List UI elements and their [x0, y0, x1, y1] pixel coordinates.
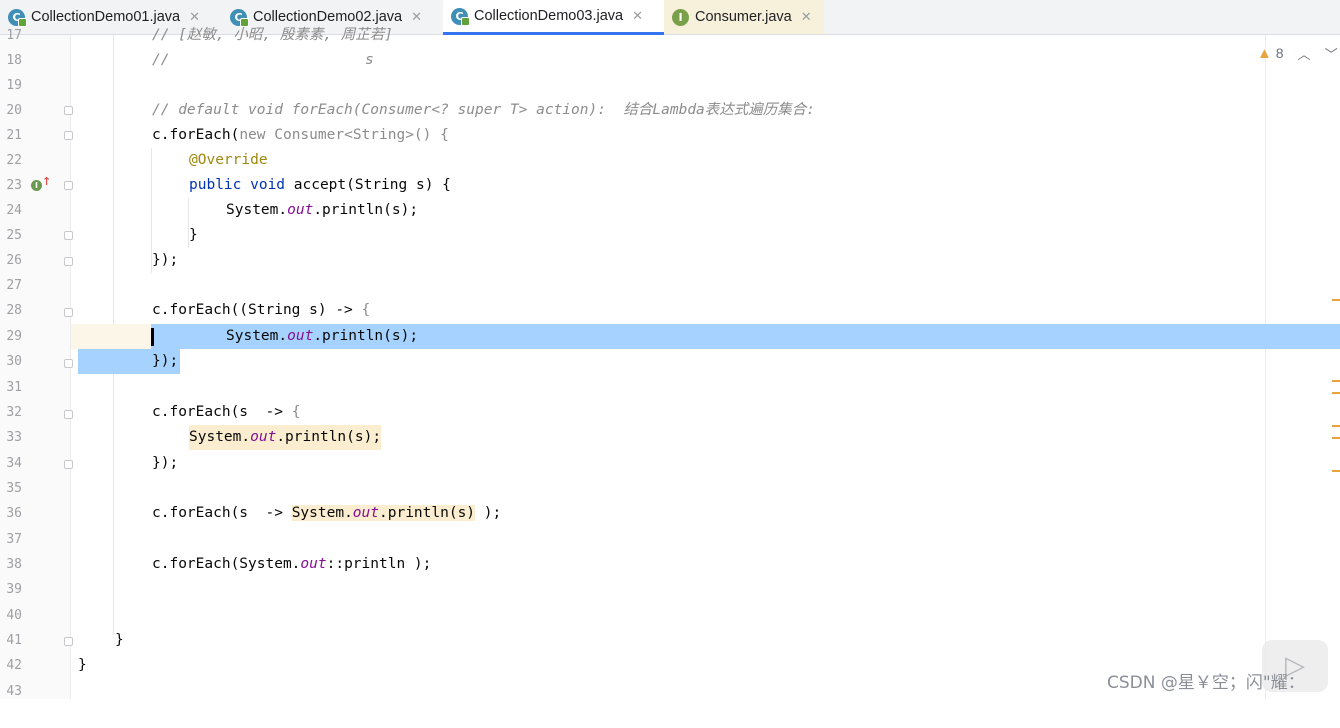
- code-line: }: [115, 632, 124, 648]
- line-number: 38: [6, 557, 22, 572]
- chevron-up-icon[interactable]: ︿: [1298, 44, 1311, 63]
- code-line: }: [189, 227, 198, 243]
- line-number: 32: [6, 405, 22, 420]
- code-line: System.out.println(s);: [71, 425, 1340, 450]
- code-line: c.forEach(new Consumer<String>() {: [152, 127, 449, 143]
- line-number: 26: [6, 253, 22, 268]
- code-line: @Override: [189, 152, 268, 168]
- line-number: 39: [6, 582, 22, 597]
- warning-stripe-mark[interactable]: [1332, 437, 1340, 439]
- line-number: 40: [6, 608, 22, 623]
- line-number: 25: [6, 228, 22, 243]
- line-number: 29: [6, 329, 22, 344]
- java-class-icon: C: [451, 7, 470, 26]
- warning-icon: ▲: [1257, 45, 1272, 62]
- code-line: c.forEach(s -> System.out.println(s) );: [152, 505, 502, 521]
- warning-stripe-mark[interactable]: [1332, 425, 1340, 427]
- close-icon[interactable]: ✕: [632, 8, 643, 24]
- inspection-widget[interactable]: ▲ 8 ︿ ﹀: [1257, 44, 1338, 63]
- code-line: System.out.println(s);: [226, 202, 419, 218]
- warnings-indicator[interactable]: ▲ 8: [1257, 45, 1284, 62]
- warning-stripe-mark[interactable]: [1332, 380, 1340, 382]
- line-number: 43: [6, 684, 22, 699]
- line-number: 17: [6, 28, 22, 43]
- code-line: // default void forEach(Consumer<? super…: [152, 102, 816, 118]
- code-line: });: [152, 252, 179, 268]
- line-number: 41: [6, 633, 22, 648]
- line-number: 30: [6, 354, 22, 369]
- code-line: // s: [152, 52, 374, 68]
- line-number: 31: [6, 380, 22, 395]
- code-line-selected: System.out.println(s);: [71, 324, 1340, 349]
- warning-stripe-mark[interactable]: [1332, 470, 1340, 472]
- code-line: });: [152, 455, 179, 471]
- line-number: 20: [6, 103, 22, 118]
- chevron-down-icon[interactable]: ﹀: [1325, 44, 1338, 63]
- line-number: 34: [6, 456, 22, 471]
- code-line-selected: });: [71, 349, 1340, 374]
- line-number-gutter[interactable]: 17 18 19 20 21 22 23 24 25 26 27 28 29 3…: [0, 28, 73, 699]
- code-line: c.forEach(System.out::println );: [152, 556, 432, 572]
- watermark: CSDN @星￥空；闪"耀：: [1107, 673, 1305, 693]
- arrow-up-icon: ↑: [42, 175, 52, 188]
- text-caret: [151, 328, 154, 346]
- tab-label: CollectionDemo03.java: [474, 8, 624, 24]
- implements-method-icon[interactable]: I: [31, 180, 42, 191]
- code-line: c.forEach(s -> {: [152, 404, 301, 420]
- line-number: 27: [6, 278, 22, 293]
- code-line: public void accept(String s) {: [189, 177, 451, 193]
- line-number: 33: [6, 430, 22, 445]
- line-number: 36: [6, 506, 22, 521]
- code-editor[interactable]: // [赵敏, 小昭, 殷素素, 周芷若] // s // default vo…: [71, 27, 1340, 699]
- line-number: 42: [6, 658, 22, 673]
- line-number: 24: [6, 203, 22, 218]
- line-number: 19: [6, 78, 22, 93]
- line-number: 23: [6, 178, 22, 193]
- line-number: 35: [6, 481, 22, 496]
- warning-stripe-mark[interactable]: [1332, 299, 1340, 301]
- code-line: // [赵敏, 小昭, 殷素素, 周芷若]: [152, 27, 394, 43]
- line-number: 18: [6, 53, 22, 68]
- code-line: c.forEach((String s) -> {: [152, 302, 371, 318]
- line-number: 21: [6, 128, 22, 143]
- line-number: 22: [6, 153, 22, 168]
- warning-stripe-mark[interactable]: [1332, 392, 1340, 394]
- line-number: 37: [6, 532, 22, 547]
- warning-count: 8: [1275, 45, 1284, 61]
- line-number: 28: [6, 303, 22, 318]
